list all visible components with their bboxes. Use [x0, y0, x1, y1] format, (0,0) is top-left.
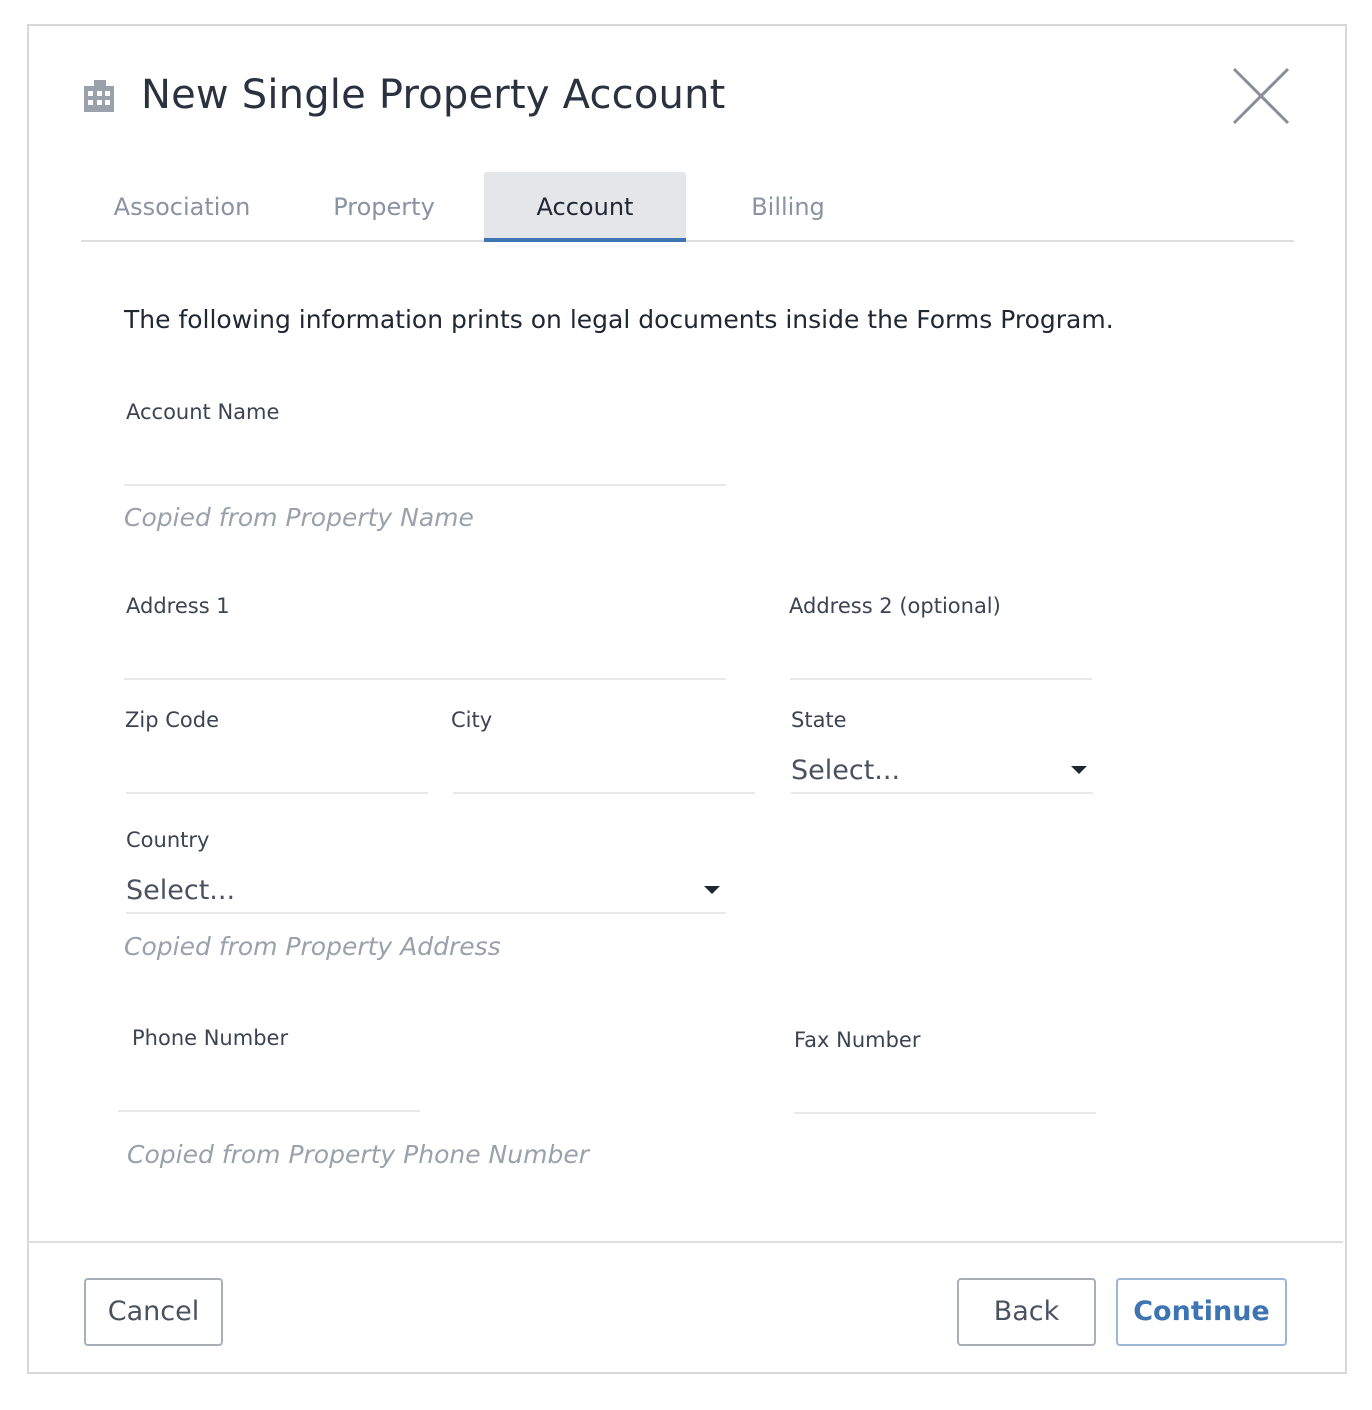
zip-code-field[interactable] — [126, 748, 428, 794]
country-select-value: Select... — [126, 875, 236, 906]
country-select[interactable]: Select... — [126, 864, 726, 914]
state-label: State — [791, 708, 847, 732]
address2-label: Address 2 (optional) — [789, 594, 1001, 618]
fax-number-label: Fax Number — [794, 1028, 921, 1052]
tab-bar: Association Property Account Billing — [81, 172, 1294, 242]
building-icon — [84, 80, 114, 112]
intro-text: The following information prints on lega… — [124, 305, 1114, 334]
chevron-down-icon — [704, 886, 720, 894]
close-button[interactable] — [1230, 66, 1292, 126]
close-icon — [1230, 67, 1292, 130]
address1-field[interactable] — [124, 634, 726, 680]
account-name-label: Account Name — [126, 400, 280, 424]
address-hint: Copied from Property Address — [124, 932, 501, 961]
phone-number-label: Phone Number — [132, 1026, 289, 1050]
account-name-field[interactable] — [124, 440, 726, 486]
continue-button[interactable]: Continue — [1116, 1278, 1287, 1346]
back-button[interactable]: Back — [957, 1278, 1096, 1346]
address1-label: Address 1 — [126, 594, 230, 618]
state-select-value: Select... — [791, 755, 901, 786]
tab-billing[interactable]: Billing — [687, 172, 889, 240]
cancel-button[interactable]: Cancel — [84, 1278, 223, 1346]
zip-code-label: Zip Code — [125, 708, 219, 732]
chevron-down-icon — [1071, 766, 1087, 774]
state-select[interactable]: Select... — [791, 744, 1093, 794]
footer-divider — [27, 1241, 1343, 1243]
tab-property[interactable]: Property — [283, 172, 485, 240]
account-name-hint: Copied from Property Name — [124, 503, 474, 532]
phone-number-field[interactable] — [118, 1066, 420, 1112]
tab-association[interactable]: Association — [81, 172, 283, 240]
phone-hint: Copied from Property Phone Number — [127, 1140, 589, 1169]
fax-number-field[interactable] — [794, 1068, 1096, 1114]
country-label: Country — [126, 828, 210, 852]
dialog-title: New Single Property Account — [141, 72, 726, 118]
tab-account[interactable]: Account — [484, 172, 686, 242]
city-field[interactable] — [453, 748, 755, 794]
address2-field[interactable] — [790, 634, 1092, 680]
city-label: City — [451, 708, 493, 732]
